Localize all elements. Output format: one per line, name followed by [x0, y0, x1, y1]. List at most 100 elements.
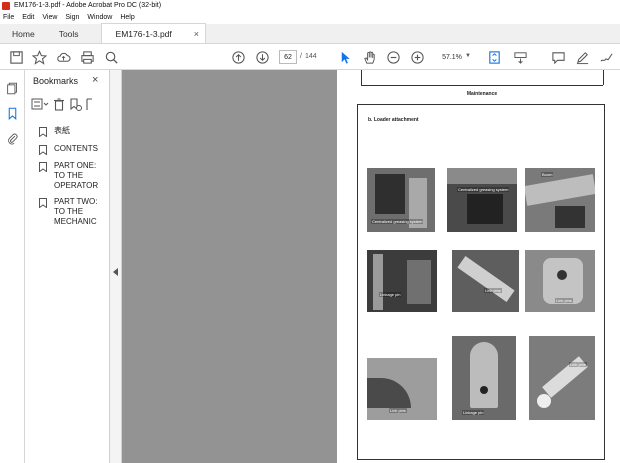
hand-tool-button[interactable] [357, 46, 381, 68]
close-panel-icon[interactable]: × [92, 74, 98, 86]
menu-help[interactable]: Help [120, 14, 134, 21]
new-bookmark-button[interactable] [69, 97, 82, 111]
bookmark-expand-icon [86, 97, 92, 110]
photo-caption: Boom [541, 172, 554, 177]
page-header: Maintenance [466, 91, 498, 97]
paperclip-icon [8, 133, 18, 145]
page-thumbnails-button[interactable] [4, 80, 21, 97]
bookmark-ribbon-icon [39, 162, 47, 172]
zoom-in-button[interactable] [405, 46, 429, 68]
highlight-button[interactable] [570, 46, 594, 68]
menu-file[interactable]: File [3, 14, 14, 21]
panel-collapse-handle[interactable] [110, 70, 122, 463]
photo-caption: Linkage pin [379, 292, 402, 297]
header-rule [361, 85, 603, 86]
page-total: 144 [305, 53, 317, 60]
section-heading: b. Loader attachment [368, 117, 419, 123]
upload-cloud-button[interactable] [51, 46, 75, 68]
hand-icon [363, 50, 375, 64]
print-button[interactable] [75, 46, 99, 68]
pages-icon [7, 82, 18, 95]
photo-link-pins-4: Link pins [529, 336, 595, 420]
comment-button[interactable] [546, 46, 570, 68]
photo-caption: Link pins [389, 408, 407, 413]
keyboard-scroll-icon [513, 51, 527, 64]
attachments-panel-button[interactable] [4, 130, 21, 147]
select-tool-button[interactable] [333, 46, 357, 68]
trash-icon [54, 98, 64, 111]
minus-circle-icon [386, 50, 400, 64]
bookmarks-panel-button[interactable] [4, 105, 21, 122]
bookmark-item[interactable]: PART TWO: TO THE MECHANIC [39, 197, 109, 227]
delete-bookmark-button[interactable] [53, 98, 65, 111]
bookmark-label: PART ONE: TO THE OPERATOR [54, 161, 99, 190]
bookmark-icon [8, 107, 17, 120]
photo-caption: Centralized greasing system [457, 187, 510, 192]
page-number-input[interactable]: 62 [279, 50, 297, 64]
tab-tools[interactable]: Tools [47, 24, 91, 43]
window-title: EM176-1-3.pdf - Adobe Acrobat Pro DC (32… [14, 2, 162, 9]
tab-bar: Home Tools EM176-1-3.pdf × [0, 23, 620, 44]
menu-sign[interactable]: Sign [65, 14, 79, 21]
menu-edit[interactable]: Edit [22, 14, 34, 21]
page-display-button[interactable] [482, 46, 506, 68]
photo-caption: Link pins [484, 288, 502, 293]
tab-close-icon[interactable]: × [194, 29, 199, 39]
page-border-line [603, 70, 604, 85]
menu-view[interactable]: View [42, 14, 57, 21]
acrobat-app-icon [2, 1, 10, 10]
plus-circle-icon [410, 50, 424, 64]
bookmark-label: CONTENTS [54, 144, 98, 153]
photo-greasing-1: Centralized greasing system [367, 168, 435, 232]
cloud-upload-icon [56, 52, 71, 62]
bookmarks-toolbar [31, 96, 109, 112]
menu-bar: File Edit View Sign Window Help [0, 11, 620, 24]
tab-document[interactable]: EM176-1-3.pdf × [100, 23, 207, 43]
pdf-page: Maintenance b. Loader attachment Central… [337, 70, 620, 463]
find-button[interactable] [99, 46, 123, 68]
title-bar: EM176-1-3.pdf - Adobe Acrobat Pro DC (32… [0, 0, 620, 11]
photo-caption: Link pins [569, 362, 587, 367]
bookmark-label: PART TWO: TO THE MECHANIC [54, 197, 98, 226]
bookmark-item[interactable]: PART ONE: TO THE OPERATOR [39, 161, 109, 191]
photo-caption: Centralized greasing system [371, 219, 424, 224]
save-button[interactable] [4, 46, 28, 68]
expand-bookmark-button[interactable] [86, 97, 92, 111]
collapse-arrow-icon [113, 268, 118, 276]
bookmark-ribbon-icon [39, 198, 47, 208]
cursor-arrow-icon [341, 51, 350, 64]
comment-icon [551, 51, 565, 64]
page-border-line [361, 70, 362, 85]
photo-linkage-pin-2: Linkage pin [452, 336, 516, 420]
bookmark-page-button[interactable] [27, 46, 51, 68]
next-page-button[interactable] [250, 46, 274, 68]
photo-caption: Linkage pin [462, 410, 485, 415]
arrow-down-circle-icon [255, 50, 269, 64]
bookmarks-title: Bookmarks [33, 76, 79, 86]
previous-page-button[interactable] [226, 46, 250, 68]
page-separator: / [300, 53, 302, 60]
navigation-rail [0, 70, 25, 463]
main-toolbar: 62 / 144 57.1% ▼ [0, 44, 620, 70]
zoom-out-button[interactable] [381, 46, 405, 68]
sign-button[interactable] [594, 46, 618, 68]
bookmarks-panel: Bookmarks × 表紙 CONTENTS PART ONE: TO THE… [25, 70, 110, 463]
star-icon [31, 49, 47, 65]
bookmark-item[interactable]: CONTENTS [39, 144, 109, 155]
photo-link-pins-3: Link pins [367, 358, 437, 420]
save-icon [9, 50, 23, 64]
bookmark-options-button[interactable] [31, 98, 49, 110]
document-canvas[interactable]: Maintenance b. Loader attachment Central… [122, 70, 620, 463]
scroll-mode-button[interactable] [508, 46, 532, 68]
pen-icon [576, 51, 588, 64]
magnifier-icon [105, 51, 118, 64]
bookmark-label: 表紙 [54, 126, 70, 135]
tab-document-label: EM176-1-3.pdf [115, 28, 172, 39]
page-fit-icon [488, 50, 500, 64]
zoom-dropdown-icon[interactable]: ▼ [465, 53, 471, 59]
menu-window[interactable]: Window [87, 14, 112, 21]
photo-greasing-2: Centralized greasing system [447, 168, 517, 232]
bookmark-item[interactable]: 表紙 [39, 126, 109, 137]
photo-boom: Boom [525, 168, 595, 232]
tab-home[interactable]: Home [0, 24, 47, 43]
